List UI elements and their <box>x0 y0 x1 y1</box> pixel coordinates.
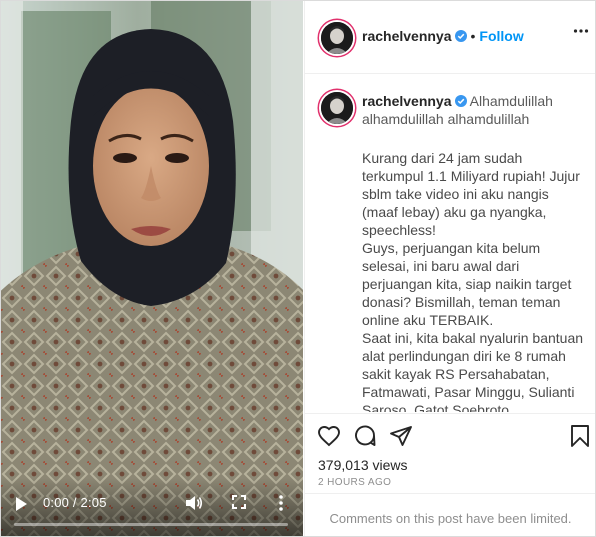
video-time: 0:00 / 2:05 <box>43 495 107 510</box>
avatar[interactable] <box>319 20 355 56</box>
more-options-icon[interactable] <box>573 28 589 34</box>
caption-head: rachelvennya Alhamdulillah alhamdulillah… <box>362 92 584 128</box>
avatar-image <box>321 22 353 54</box>
comments-limited-notice: Comments on this post have been limited. <box>305 493 595 536</box>
play-icon[interactable] <box>14 496 28 512</box>
instagram-post-modal: 0:00 / 2:05 rachelvennya • Follow rachel… <box>0 0 596 537</box>
caption-text: rachelvennya Alhamdulillah alhamdulillah… <box>362 92 584 412</box>
verified-badge-icon <box>454 30 467 42</box>
video-progress-bar[interactable] <box>14 523 288 526</box>
caption-verified-badge-icon <box>454 95 467 107</box>
volume-icon[interactable] <box>185 495 203 511</box>
post-side-panel: rachelvennya • Follow rachelvennya Alham… <box>304 1 595 536</box>
post-actions: 379,013 views 2 HOURS AGO <box>305 413 595 494</box>
post-header: rachelvennya • Follow <box>305 1 595 74</box>
share-icon[interactable] <box>389 424 413 448</box>
caption-username[interactable]: rachelvennya <box>362 93 452 109</box>
header-user-line: rachelvennya • Follow <box>362 28 524 46</box>
heart-icon[interactable] <box>317 424 341 448</box>
header-username[interactable]: rachelvennya <box>362 28 452 44</box>
video-frame <box>1 1 303 536</box>
vertical-dots-icon[interactable] <box>278 494 284 512</box>
follow-button[interactable]: Follow <box>479 28 523 44</box>
bookmark-icon[interactable] <box>568 424 592 448</box>
video-player[interactable]: 0:00 / 2:05 <box>1 1 303 536</box>
comment-icon[interactable] <box>353 424 377 448</box>
caption-avatar-image <box>321 92 353 124</box>
caption-area: rachelvennya Alhamdulillah alhamdulillah… <box>305 74 595 412</box>
header-separator: • <box>470 28 476 44</box>
caption-avatar[interactable] <box>319 90 355 126</box>
video-controls: 0:00 / 2:05 <box>1 478 303 536</box>
caption-body: Kurang dari 24 jam sudah terkumpul 1.1 M… <box>362 150 584 412</box>
fullscreen-icon[interactable] <box>232 495 246 509</box>
views-count[interactable]: 379,013 views <box>318 457 408 473</box>
video-control-row: 0:00 / 2:05 <box>1 492 303 514</box>
post-timestamp[interactable]: 2 HOURS AGO <box>318 477 391 488</box>
